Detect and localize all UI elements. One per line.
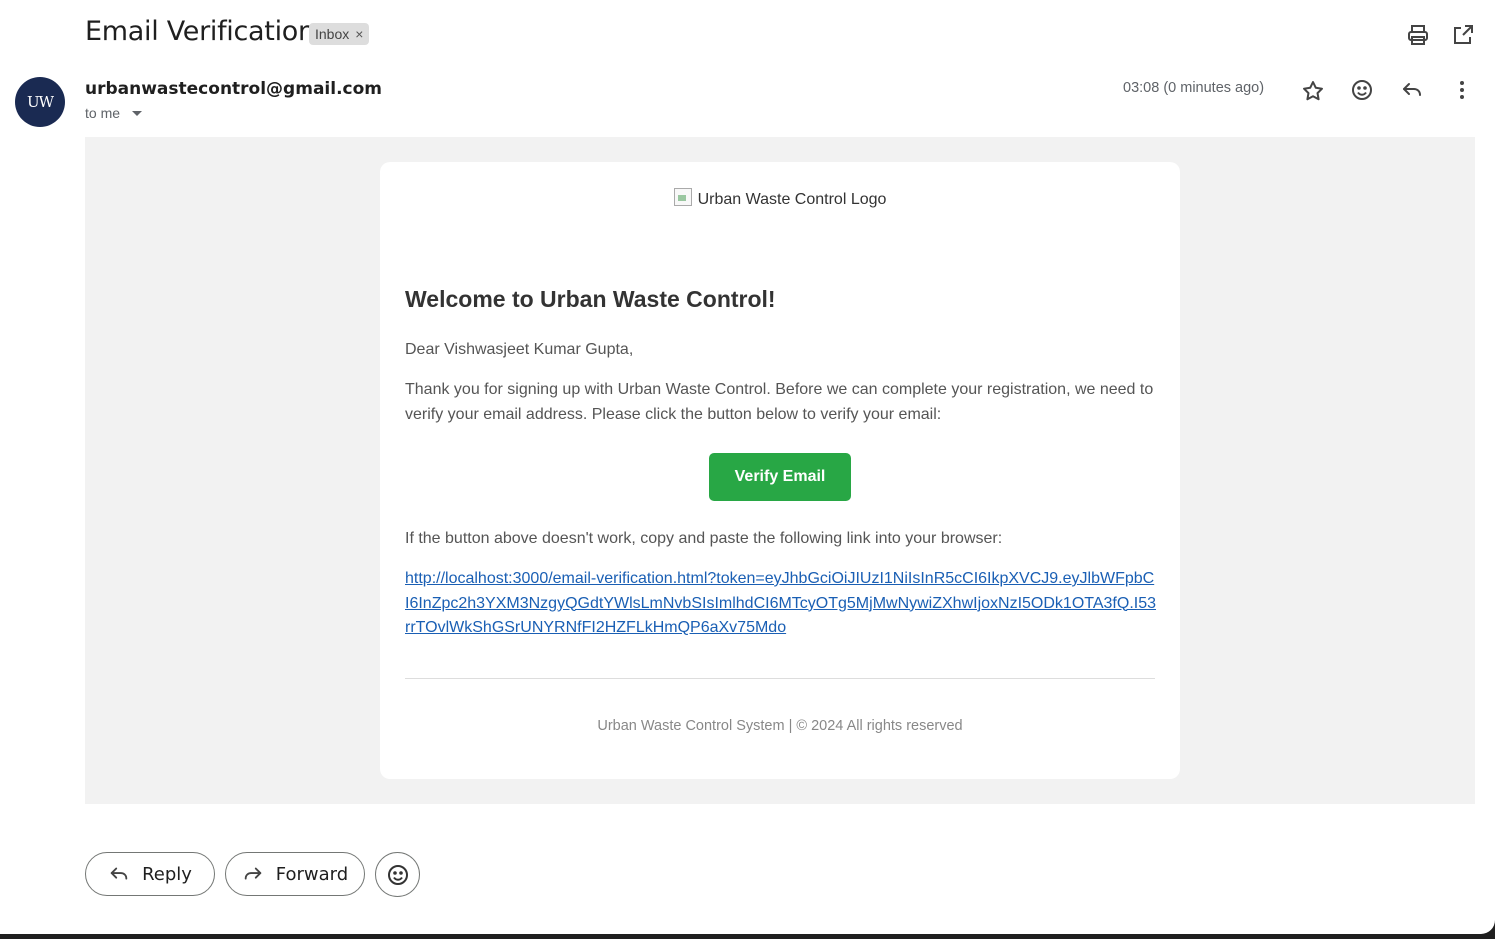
broken-image-icon: [673, 188, 692, 206]
fallback-text: If the button above doesn't work, copy a…: [405, 530, 1003, 547]
forward-label: Forward: [275, 863, 349, 885]
print-icon[interactable]: [1406, 23, 1430, 47]
emoji-icon: [387, 864, 408, 885]
email-card: Urban Waste Control Logo Welcome to Urba…: [380, 162, 1180, 779]
star-icon[interactable]: [1301, 79, 1325, 103]
more-vert-icon[interactable]: [1450, 78, 1474, 102]
inbox-label-chip[interactable]: Inbox ×: [309, 23, 370, 45]
logo-image: Urban Waste Control Logo: [380, 188, 1180, 212]
recipient-text: to me: [85, 105, 121, 121]
timestamp: 03:08 (0 minutes ago): [1123, 80, 1265, 96]
recipient-details-toggle[interactable]: to me: [85, 105, 143, 121]
chevron-down-icon: [132, 110, 143, 116]
verification-link[interactable]: http://localhost:3000/email-verification…: [405, 567, 1157, 641]
forward-button[interactable]: Forward: [225, 852, 365, 896]
emoji-icon[interactable]: [1350, 78, 1374, 102]
email-subject: Email Verification: [85, 16, 315, 47]
label-text: Inbox: [315, 26, 350, 42]
sender-email[interactable]: urbanwastecontrol@gmail.com: [85, 79, 382, 99]
open-in-new-window-icon[interactable]: [1451, 23, 1475, 47]
intro-text: Thank you for signing up with Urban Wast…: [405, 381, 1154, 423]
reply-icon[interactable]: [1400, 78, 1424, 102]
window-bottom-edge: [0, 934, 1495, 939]
remove-label-button[interactable]: ×: [355, 26, 363, 42]
reply-label: Reply: [142, 863, 192, 885]
footer-text: Urban Waste Control System | © 2024 All …: [597, 718, 963, 734]
divider: [405, 678, 1155, 679]
reply-icon: [110, 867, 128, 880]
logo-alt-text: Urban Waste Control Logo: [697, 191, 887, 208]
emoji-reaction-button[interactable]: [375, 852, 420, 897]
window-corner: [1481, 920, 1495, 934]
greeting-text: Dear Vishwasjeet Kumar Gupta,: [405, 341, 634, 358]
welcome-heading: Welcome to Urban Waste Control!: [405, 286, 776, 312]
forward-icon: [244, 867, 262, 880]
reply-button[interactable]: Reply: [85, 852, 215, 896]
avatar[interactable]: UW: [15, 77, 65, 127]
verify-email-button[interactable]: Verify Email: [709, 453, 851, 501]
